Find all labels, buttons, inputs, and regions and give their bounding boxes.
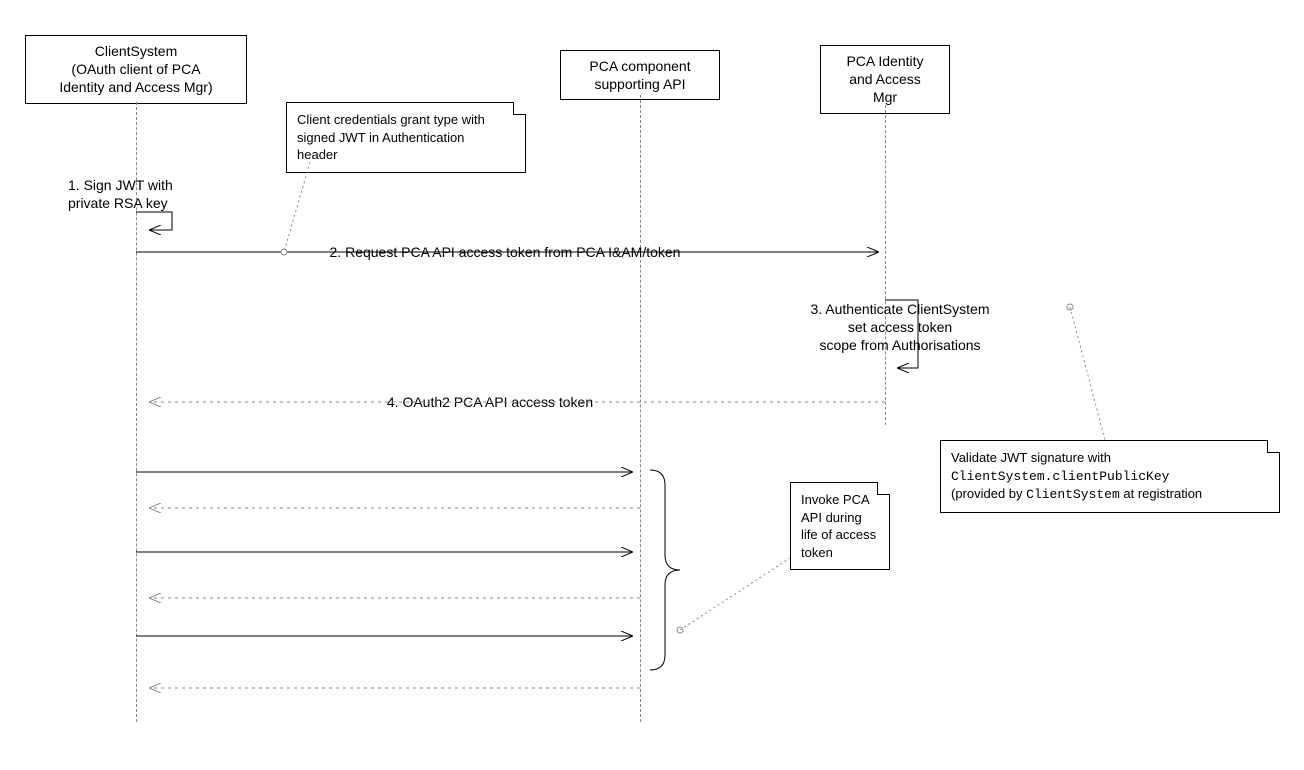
note-validate-post: at registration xyxy=(1120,486,1202,501)
arrows-layer xyxy=(0,0,1304,770)
note-invoke-text: Invoke PCAAPI duringlife of accesstoken xyxy=(801,492,876,560)
participant-client-label: ClientSystem(OAuth client of PCAIdentity… xyxy=(59,43,212,95)
participant-pca-iam-label: PCA Identityand AccessMgr xyxy=(846,53,923,105)
participant-pca-api-label: PCA componentsupporting API xyxy=(589,58,690,92)
note-validate-pre: Validate JWT signature with xyxy=(951,450,1111,465)
note-client-credentials: Client credentials grant type withsigned… xyxy=(286,102,526,173)
lifeline-pca-iam xyxy=(885,105,886,425)
note-client-credentials-text: Client credentials grant type withsigned… xyxy=(297,112,485,162)
participant-pca-iam: PCA Identityand AccessMgr xyxy=(820,45,950,114)
msg4-label: 4. OAuth2 PCA API access token xyxy=(340,393,640,411)
msg3-label: 3. Authenticate ClientSystemset access t… xyxy=(790,300,1010,355)
note-invoke: Invoke PCAAPI duringlife of accesstoken xyxy=(790,482,890,570)
note-validate-code2: ClientSystem xyxy=(1026,487,1120,502)
sequence-diagram: ClientSystem(OAuth client of PCAIdentity… xyxy=(0,0,1304,770)
participant-client: ClientSystem(OAuth client of PCAIdentity… xyxy=(25,35,247,104)
participant-pca-api: PCA componentsupporting API xyxy=(560,50,720,100)
msg2-label: 2. Request PCA API access token from PCA… xyxy=(305,243,705,261)
lifeline-pca-api xyxy=(640,95,641,722)
note-validate-code: ClientSystem.clientPublicKey xyxy=(951,469,1169,484)
note-validate-mid: (provided by xyxy=(951,486,1026,501)
note-validate: Validate JWT signature with ClientSystem.… xyxy=(940,440,1280,513)
msg1-label: 1. Sign JWT withprivate RSA key xyxy=(68,176,203,212)
